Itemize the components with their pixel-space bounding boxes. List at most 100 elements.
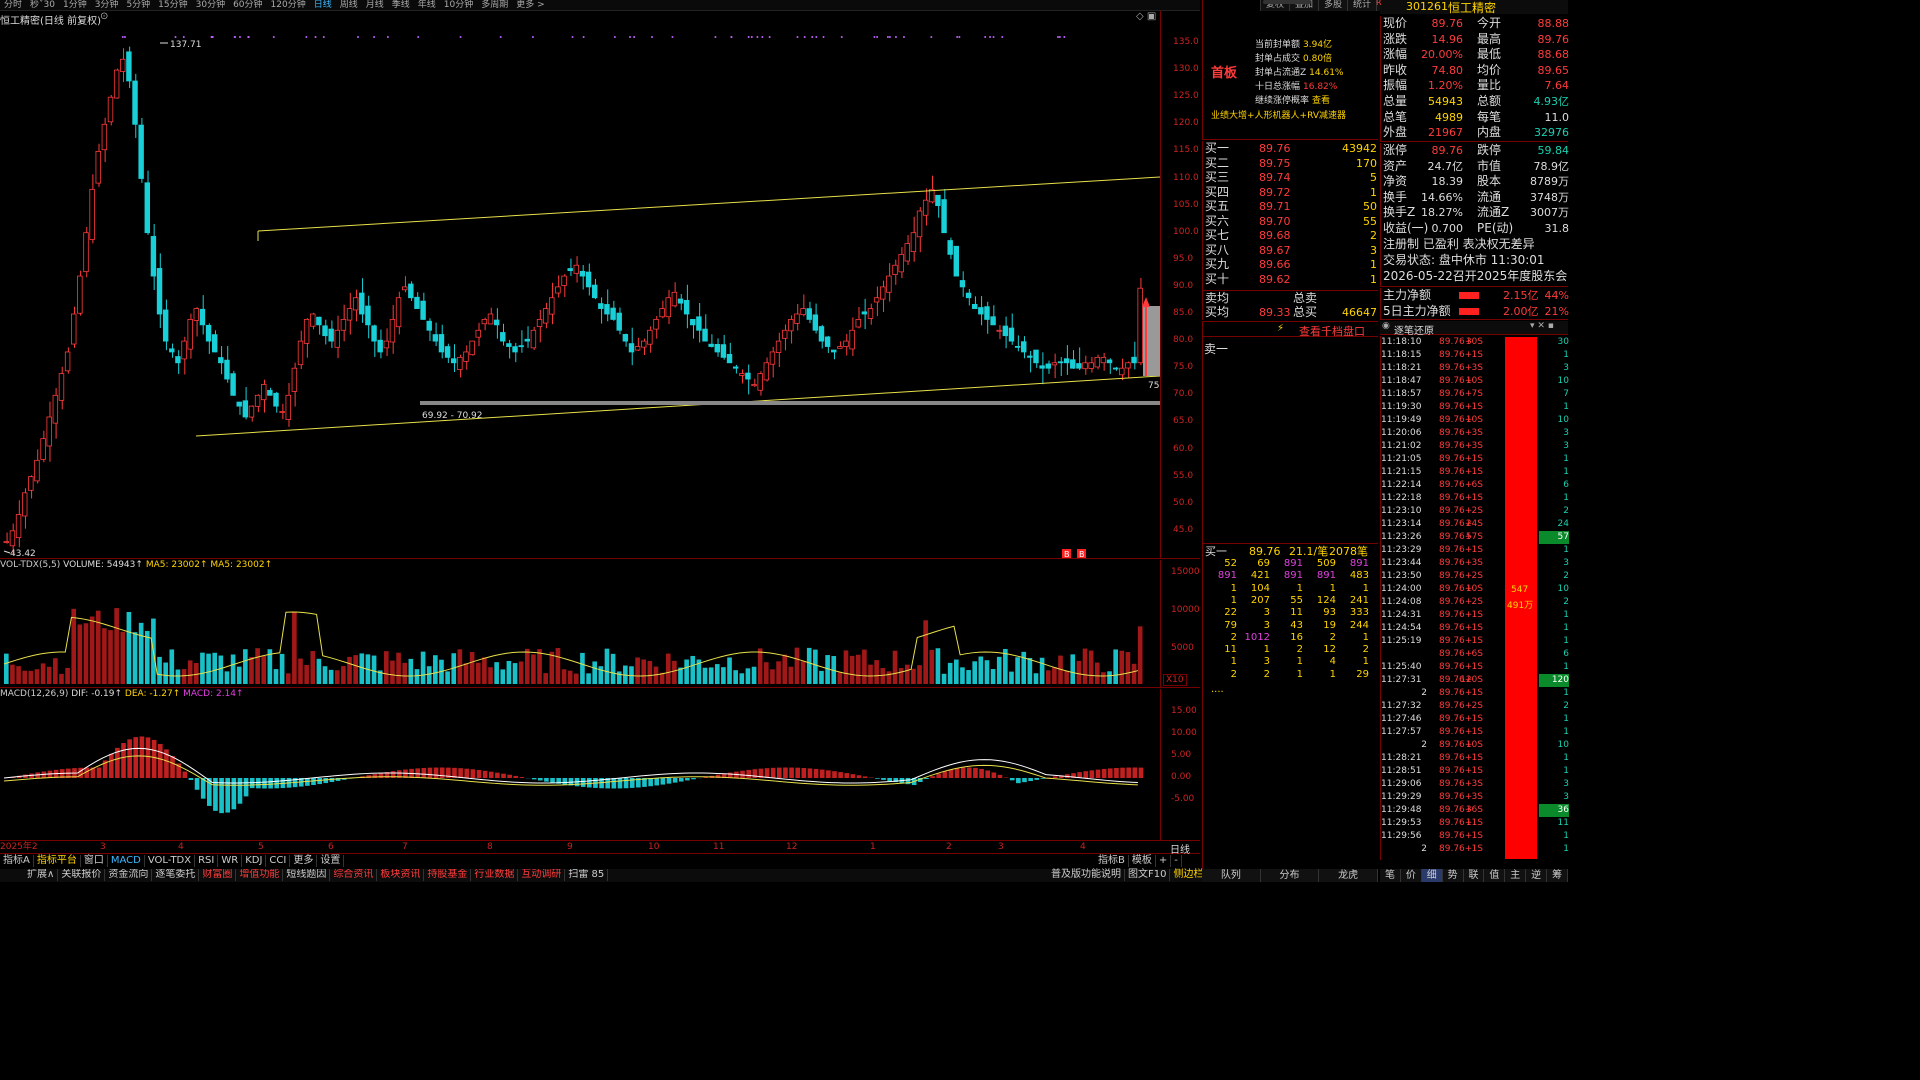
period-tab-2[interactable]: 1分钟 xyxy=(59,0,91,10)
candle-body xyxy=(561,275,567,286)
status-item-2[interactable]: 资金流向 xyxy=(105,869,153,881)
indicator-tab-8[interactable]: CCI xyxy=(266,855,291,867)
tick-vol-2: 7 xyxy=(1563,389,1569,399)
candle-body xyxy=(647,329,653,345)
period-tab-1[interactable]: 秒ˇ30 xyxy=(26,0,59,10)
quote-value-2: 89.76 xyxy=(1537,32,1570,46)
indicator-tab-3[interactable]: MACD xyxy=(108,855,145,867)
tick-list[interactable]: 11:18:10 89.76+ 30S 30 11:18:15 89.76+ 1S 1 11:1… xyxy=(1380,336,1569,860)
status-item-0[interactable]: 扩展∧ xyxy=(24,869,59,881)
tick-tab-8[interactable]: 筹 xyxy=(1547,869,1569,882)
candle-body xyxy=(463,351,469,362)
volume-bar xyxy=(304,664,309,684)
tick-vol: 1S xyxy=(1471,636,1483,646)
period-tab-15[interactable]: 多周期 xyxy=(477,0,512,10)
tick-tab-7[interactable]: 逆 xyxy=(1526,869,1548,882)
period-tab-11[interactable]: 月线 xyxy=(362,0,388,10)
signal-dot xyxy=(671,36,674,38)
indicator-tab-right-2[interactable]: + xyxy=(1156,855,1172,867)
queue-cell: 104 xyxy=(1250,582,1270,594)
queue-tab-1[interactable]: 分布 xyxy=(1261,869,1320,882)
view-depth-link[interactable]: ⚡ 查看千档盘口 xyxy=(1202,321,1378,339)
main-chart-panel[interactable]: 恒工精密(日线 前复权) ⊙ ◇ ▣ 137.71 43.42 69.92 - 70… xyxy=(0,11,1200,559)
volume-panel[interactable]: VOL-TDX(5,5) VOLUME: 54943↑ MA5: 23002↑ … xyxy=(0,560,1200,688)
period-tab-0[interactable]: 分时 xyxy=(0,0,26,10)
period-tab-5[interactable]: 15分钟 xyxy=(154,0,191,10)
candle-body xyxy=(788,319,794,332)
period-tab-13[interactable]: 年线 xyxy=(414,0,440,10)
ticks-menu-icon[interactable]: ▾ ✕ ▪ xyxy=(1530,321,1554,331)
indicator-tab-6[interactable]: WR xyxy=(218,855,243,867)
tick-tab-4[interactable]: 联 xyxy=(1464,869,1485,882)
indicator-tab-1[interactable]: 指标平台 xyxy=(34,855,81,867)
candle-body xyxy=(598,303,604,309)
period-tab-4[interactable]: 5分钟 xyxy=(122,0,154,10)
indicator-tab-9[interactable]: 更多 xyxy=(290,855,318,867)
tick-tab-0[interactable]: 笔 xyxy=(1380,869,1401,882)
status-item-9[interactable]: 持股基金 xyxy=(424,869,472,881)
period-tab-7[interactable]: 60分钟 xyxy=(229,0,266,10)
candle-body xyxy=(1137,287,1143,364)
tick-tab-6[interactable]: 主 xyxy=(1505,869,1527,882)
buy-mark-label: B xyxy=(1079,550,1085,559)
indicator-tab-right-3[interactable]: - xyxy=(1171,855,1182,867)
candle-body xyxy=(451,358,457,364)
status-item-10[interactable]: 行业数据 xyxy=(471,869,519,881)
queue-tab-0[interactable]: 队列 xyxy=(1202,869,1261,882)
bid-volume: 55 xyxy=(1363,214,1377,228)
period-tab-6[interactable]: 30分钟 xyxy=(192,0,229,10)
candle-body xyxy=(702,328,708,342)
status-item-1[interactable]: 关联报价 xyxy=(58,869,106,881)
status-item-11[interactable]: 互动调研 xyxy=(518,869,566,881)
period-tab-8[interactable]: 120分钟 xyxy=(267,0,310,10)
status-item-8[interactable]: 板块资讯 xyxy=(377,869,425,881)
period-tab-16[interactable]: 更多 > xyxy=(512,0,548,10)
candle-body xyxy=(310,313,316,327)
indicator-tab-right-0[interactable]: 指标B xyxy=(1095,855,1129,867)
tick-tab-5[interactable]: 值 xyxy=(1484,869,1506,882)
tick-tab-2[interactable]: 细 xyxy=(1421,869,1443,882)
period-tab-14[interactable]: 10分钟 xyxy=(440,0,477,10)
tick-tab-3[interactable]: 势 xyxy=(1443,869,1464,882)
candle-body xyxy=(132,80,138,125)
volume-bar xyxy=(426,666,432,684)
top-handle[interactable] xyxy=(1263,0,1311,4)
indicator-tab-2[interactable]: 窗口 xyxy=(81,855,108,867)
status-item-7[interactable]: 综合资讯 xyxy=(330,869,378,881)
view-depth-label[interactable]: 查看千档盘口 xyxy=(1299,323,1365,339)
candle-body xyxy=(775,340,782,353)
candle-body xyxy=(457,356,463,370)
indicator-tab-7[interactable]: KDJ xyxy=(242,855,267,867)
volume-bar xyxy=(733,670,738,684)
period-tab-9[interactable]: 日线 xyxy=(310,0,336,10)
quote-label-2: 总额 xyxy=(1477,94,1502,108)
quote-label: 涨停 xyxy=(1383,143,1408,157)
indicator-tab-4[interactable]: VOL-TDX xyxy=(145,855,196,867)
status-right-1[interactable]: 图文F10 xyxy=(1125,869,1171,881)
indicator-tab-right-1[interactable]: 模板 xyxy=(1129,855,1156,867)
seal-info-value[interactable]: 查看 xyxy=(1312,96,1330,106)
status-item-4[interactable]: 财富圈 xyxy=(199,869,237,881)
queue-more[interactable]: .... xyxy=(1211,682,1224,697)
concept-tags[interactable]: 业绩大增+人形机器人+RV减速器 xyxy=(1211,108,1346,121)
tick-tab-1[interactable]: 价 xyxy=(1401,869,1422,882)
tick-row: 11:20:06 89.76+ 3S 3 xyxy=(1381,427,1569,440)
indicator-tab-0[interactable]: 指标A xyxy=(0,855,34,867)
period-tab-10[interactable]: 周线 xyxy=(336,0,362,10)
status-item-5[interactable]: 增值功能 xyxy=(236,869,284,881)
period-tab-12[interactable]: 季线 xyxy=(388,0,414,10)
volume-bar xyxy=(77,624,83,684)
macd-panel[interactable]: MACD(12,26,9) DIF: -0.19↑ DEA: -1.27↑ MA… xyxy=(0,689,1200,841)
tick-row: 11:18:10 89.76+ 30S 30 xyxy=(1381,336,1569,349)
queue-tab-2[interactable]: 龙虎 xyxy=(1319,869,1379,882)
candlestick-chart[interactable]: 137.71 43.42 69.92 - 70.92 75 B B xyxy=(0,11,1160,559)
indicator-tab-10[interactable]: 设置 xyxy=(317,855,345,867)
status-right-0[interactable]: 普及版功能说明 xyxy=(1048,869,1125,881)
signal-dot xyxy=(796,36,799,38)
status-item-6[interactable]: 短线题因 xyxy=(283,869,331,881)
period-tab-3[interactable]: 3分钟 xyxy=(91,0,123,10)
status-item-3[interactable]: 逐笔委托 xyxy=(152,869,200,881)
status-item-12[interactable]: 扫雷 85 xyxy=(565,869,609,881)
indicator-tab-5[interactable]: RSI xyxy=(195,855,219,867)
quote-value-2: 32976 xyxy=(1534,126,1569,140)
